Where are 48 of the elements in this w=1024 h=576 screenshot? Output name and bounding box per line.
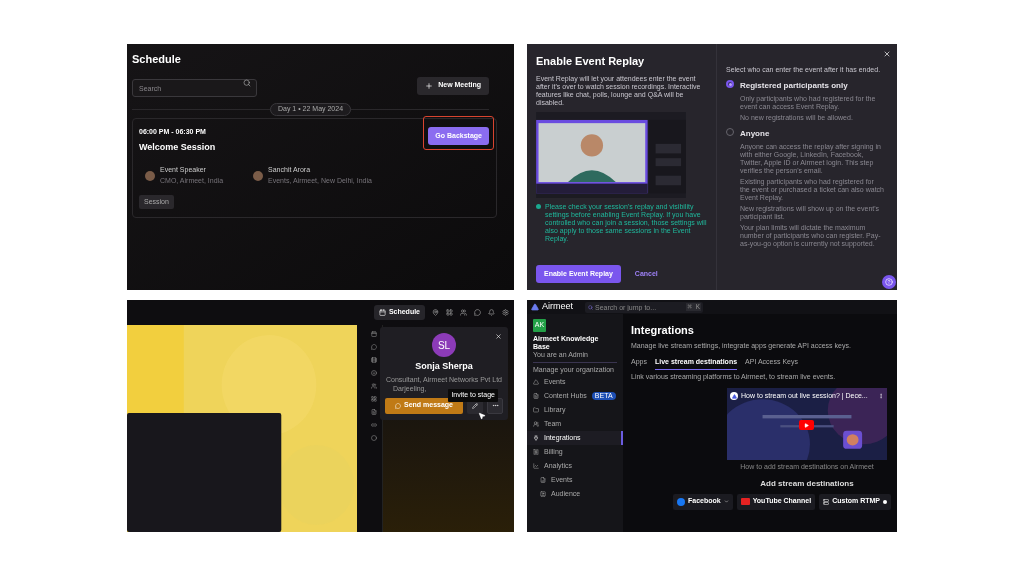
chat-icon[interactable]: [474, 309, 481, 316]
chat-icon: [395, 402, 401, 409]
speaker-avatar: [253, 170, 264, 181]
people-icon[interactable]: [370, 383, 377, 389]
caret-icon: [723, 499, 729, 504]
chat-icon[interactable]: [370, 344, 377, 350]
more-icon[interactable]: [878, 393, 884, 400]
link-icon[interactable]: [370, 422, 377, 428]
cursor-icon: [478, 411, 486, 420]
dialog-title: Enable Event Replay: [536, 54, 646, 69]
option-label: Registered participants only: [740, 80, 849, 92]
close-icon[interactable]: [495, 333, 502, 340]
speaker-avatar: [145, 170, 155, 181]
youtube-icon: [740, 498, 750, 505]
plus-icon: [425, 81, 434, 90]
logo-text: Airmeet: [542, 300, 573, 314]
people-icon: [533, 421, 539, 427]
circle-icon[interactable]: [370, 435, 377, 441]
people-icon[interactable]: [460, 309, 467, 316]
help-button[interactable]: [882, 275, 896, 289]
bell-icon[interactable]: [488, 309, 495, 316]
section-heading: Add stream destinations: [760, 477, 854, 490]
folder-icon: [533, 407, 539, 413]
calendar-icon: [378, 309, 386, 316]
page-title: Schedule: [132, 52, 182, 67]
logo-icon: [531, 303, 539, 311]
calendar-icon[interactable]: [370, 331, 377, 337]
session-title: Welcome Session: [139, 141, 217, 154]
play-button[interactable]: [799, 420, 814, 430]
settings-icon[interactable]: [502, 309, 509, 316]
page-title: Integrations: [631, 323, 695, 338]
grid-icon[interactable]: [370, 396, 377, 402]
chart-icon: [533, 463, 539, 469]
profile-avatar: SL: [432, 333, 456, 357]
radio-button[interactable]: [726, 80, 734, 88]
pin-icon[interactable]: [432, 309, 439, 316]
triangle-icon: [533, 379, 539, 385]
option-label: Anyone: [740, 128, 771, 140]
plug-icon: [533, 435, 539, 441]
grid-icon[interactable]: [446, 309, 453, 316]
close-icon[interactable]: [883, 50, 891, 58]
search-icon: [243, 78, 251, 87]
smiley-icon[interactable]: [370, 370, 377, 376]
pencil-icon: [472, 402, 478, 409]
profile-name: Sonja Sherpa: [415, 360, 473, 373]
play-icon: [804, 422, 809, 428]
help-icon: [885, 278, 893, 286]
facebook-icon: [677, 497, 685, 506]
